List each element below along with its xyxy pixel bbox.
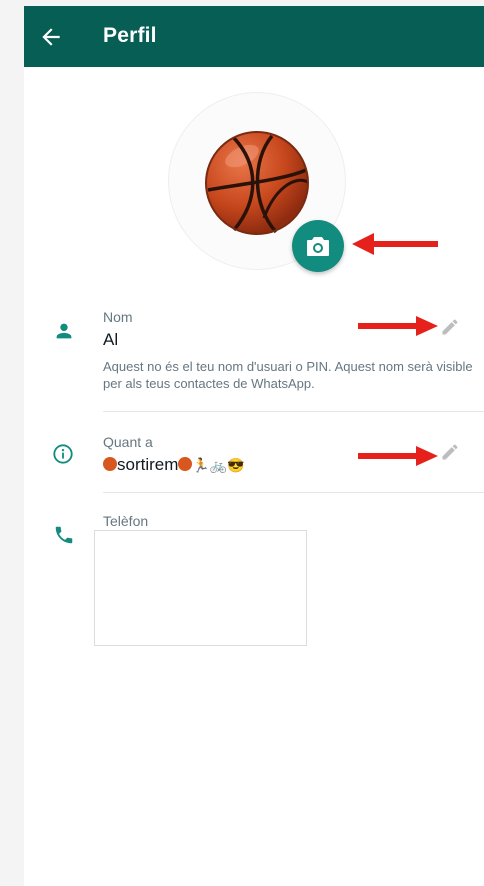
name-hint: Aquest no és el teu nom d'usuari o PIN. … xyxy=(103,359,473,391)
annotation-arrow xyxy=(352,233,438,255)
phone-label: Telèfon xyxy=(103,513,149,529)
name-value: Al xyxy=(103,330,119,349)
edit-name-pencil-icon[interactable] xyxy=(440,317,460,342)
about-label: Quant a xyxy=(103,434,153,450)
person-icon xyxy=(53,320,75,347)
basketball-emoji xyxy=(178,457,193,471)
divider xyxy=(103,492,484,493)
about-text: sortirem xyxy=(117,455,179,474)
app-bar: Perfil xyxy=(24,6,484,67)
about-value: sortirem 🏃🚲😎 xyxy=(103,455,245,475)
name-label: Nom xyxy=(103,309,133,325)
phone-redacted-box xyxy=(94,530,307,646)
annotation-arrow xyxy=(358,316,438,336)
info-icon xyxy=(52,443,74,470)
divider xyxy=(103,411,484,412)
page-title: Perfil xyxy=(103,24,157,47)
profile-screen: Perfil Nom Al Aquest no és el teu nom d'… xyxy=(24,6,484,886)
change-photo-button[interactable] xyxy=(292,220,344,272)
about-emoji: 🏃🚲😎 xyxy=(192,457,245,473)
camera-icon xyxy=(307,237,329,256)
edit-about-pencil-icon[interactable] xyxy=(440,442,460,467)
back-arrow-icon[interactable] xyxy=(38,24,64,50)
basketball-icon xyxy=(204,130,310,236)
phone-icon xyxy=(53,524,75,551)
basketball-emoji xyxy=(103,457,117,471)
annotation-arrow xyxy=(358,446,438,466)
